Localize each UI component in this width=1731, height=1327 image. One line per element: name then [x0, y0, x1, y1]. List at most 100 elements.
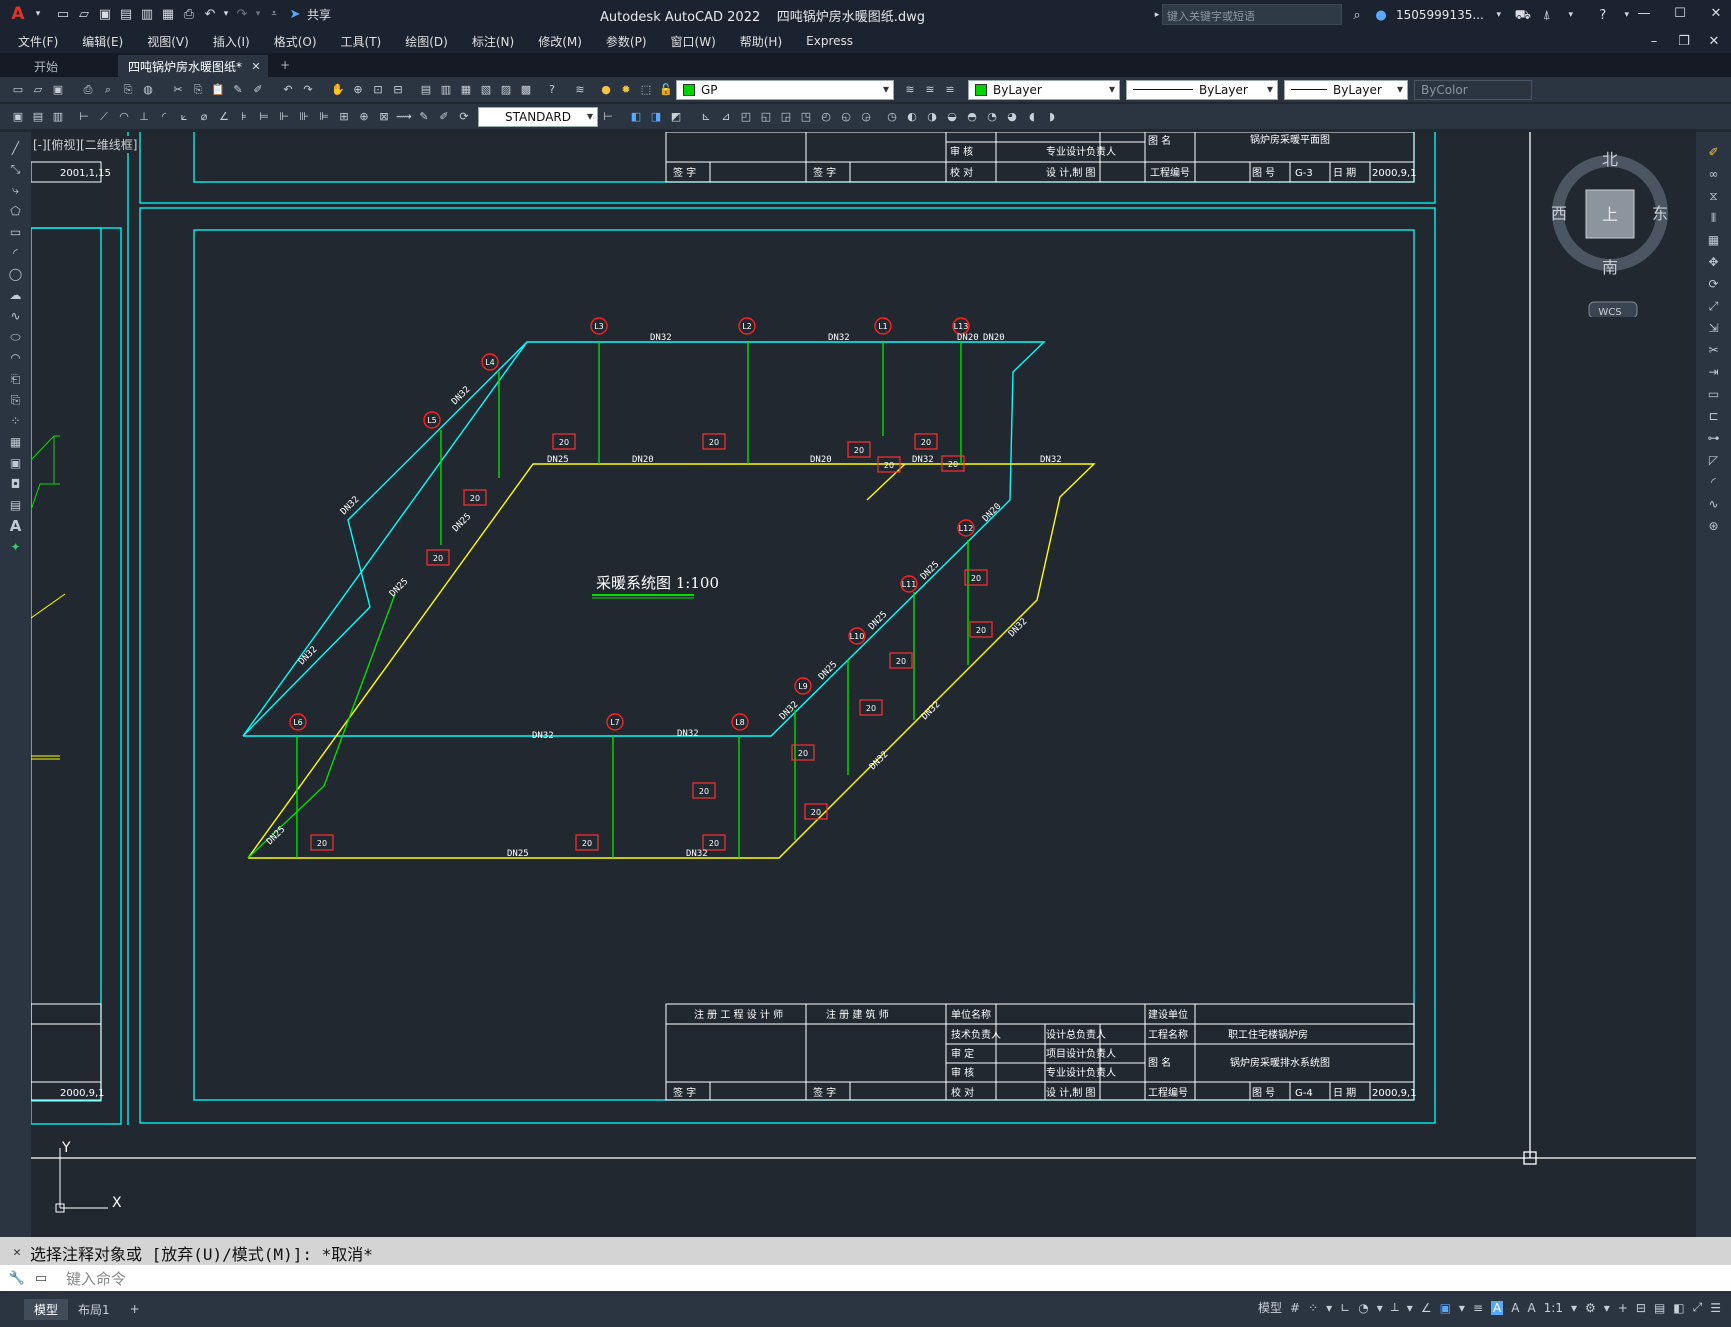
tb-new-icon[interactable]: ▭: [8, 80, 28, 100]
menu-edit[interactable]: 编辑(E): [82, 33, 123, 50]
app-menu-chevron-icon[interactable]: ▾: [33, 6, 43, 24]
tb-redo-icon[interactable]: ↷: [298, 80, 318, 100]
dim-jogged-icon[interactable]: ⟀: [174, 107, 194, 127]
ellipse-arc-tool-icon[interactable]: ◠: [7, 350, 25, 366]
layer-dropdown[interactable]: GP: [676, 79, 894, 100]
dim-diameter-icon[interactable]: ⌀: [194, 107, 214, 127]
tb-toolpalette-icon[interactable]: ▦: [456, 80, 476, 100]
app-menu-icon[interactable]: A: [6, 6, 30, 24]
ucs-origin-icon[interactable]: ◴: [816, 107, 836, 127]
tb-zoom-window-icon[interactable]: ⊡: [368, 80, 388, 100]
rectangle-tool-icon[interactable]: ▭: [7, 224, 25, 240]
break-tool-icon[interactable]: ⊏: [1705, 408, 1723, 424]
layer-lock-icon[interactable]: 🔓: [656, 80, 676, 100]
ucs-named-icon[interactable]: ◓: [962, 107, 982, 127]
layer-freeze-icon[interactable]: ✹: [616, 80, 636, 100]
menu-help[interactable]: 帮助(H): [740, 33, 782, 50]
open-file-icon[interactable]: ▱: [75, 6, 93, 24]
new-tab-button[interactable]: +: [268, 55, 302, 77]
dim-angular-icon[interactable]: ∠: [214, 107, 234, 127]
layer-viewport-icon[interactable]: ⬚: [636, 80, 656, 100]
plotstyle-dropdown[interactable]: ByColor: [1414, 79, 1532, 100]
isodraft-dropdown-icon[interactable]: ▾: [1407, 1301, 1413, 1315]
join-tool-icon[interactable]: ⊶: [1705, 430, 1723, 446]
snap-icon[interactable]: ⁘: [1308, 1301, 1318, 1315]
tolerance-icon[interactable]: ⊞: [334, 107, 354, 127]
ucs-z-icon[interactable]: ◑: [922, 107, 942, 127]
draworder-above-icon[interactable]: ◩: [666, 107, 686, 127]
model-space-button[interactable]: 模型: [1258, 1299, 1282, 1316]
ucs-extra-icon[interactable]: ◖: [1022, 107, 1042, 127]
grid-icon[interactable]: #: [1290, 1301, 1300, 1315]
dim-break-icon[interactable]: ⊫: [314, 107, 334, 127]
scale-tool-icon[interactable]: ⤢: [1705, 298, 1723, 314]
tb-save-icon[interactable]: ▣: [48, 80, 68, 100]
draworder-back-icon[interactable]: ◨: [646, 107, 666, 127]
customize-status-icon[interactable]: ☰: [1710, 1301, 1721, 1315]
osnap-dropdown-icon[interactable]: ▾: [1459, 1301, 1465, 1315]
command-recent-icon[interactable]: ▭: [32, 1269, 50, 1287]
drawing-canvas[interactable]: 锅炉房采暖平面图 专业设计负责人 设 计,制 图 审 核 校 对 工程编号 图 …: [31, 132, 1696, 1237]
spline-tool-icon[interactable]: ∿: [7, 308, 25, 324]
tb-insert-icon[interactable]: ▤: [28, 107, 48, 127]
ucs-previous-icon[interactable]: ◰: [736, 107, 756, 127]
doc-minimize-icon[interactable]: –: [1645, 32, 1663, 50]
ucs-zaxis-icon[interactable]: ◵: [836, 107, 856, 127]
command-input[interactable]: 🔧 ▭ 键入命令: [0, 1265, 1731, 1291]
fillet-tool-icon[interactable]: ◜: [1705, 474, 1723, 490]
share-label[interactable]: 共享: [307, 6, 331, 23]
make-block-tool-icon[interactable]: ⎘: [7, 392, 25, 408]
tb-sheetset-icon[interactable]: ▧: [476, 80, 496, 100]
menu-tools[interactable]: 工具(T): [341, 33, 382, 50]
tb-zoom-realtime-icon[interactable]: ⊕: [348, 80, 368, 100]
new-file-icon[interactable]: ▭: [54, 6, 72, 24]
explode-tool-icon[interactable]: ⊛: [1705, 518, 1723, 534]
dim-arc-icon[interactable]: ◠: [114, 107, 134, 127]
tb-blockedit-icon[interactable]: ✐: [248, 80, 268, 100]
osnap-icon[interactable]: ▣: [1440, 1301, 1451, 1315]
dim-style-icon[interactable]: ⊢: [598, 107, 618, 127]
ellipse-tool-icon[interactable]: ⬭: [7, 329, 25, 345]
gradient-tool-icon[interactable]: ▣: [7, 455, 25, 471]
polar-dropdown-icon[interactable]: ▾: [1377, 1301, 1383, 1315]
tab-layout1[interactable]: 布局1: [68, 1299, 120, 1320]
add-layout-button[interactable]: +: [120, 1300, 150, 1318]
extend-tool-icon[interactable]: ⇥: [1705, 364, 1723, 380]
command-close-icon[interactable]: ✕: [8, 1243, 26, 1261]
dim-radius-icon[interactable]: ◜: [154, 107, 174, 127]
save-to-web-icon[interactable]: ▦: [159, 6, 177, 24]
mtext-tool-icon[interactable]: A: [7, 518, 25, 534]
redo-icon[interactable]: ↷: [233, 6, 251, 24]
menu-modify[interactable]: 修改(M): [538, 33, 582, 50]
tb-attdef-icon[interactable]: ▥: [48, 107, 68, 127]
tab-close-icon[interactable]: ✕: [250, 57, 262, 75]
viewport-controls-label[interactable]: [-][俯视][二维线框]: [33, 136, 138, 153]
annotation-scale-value[interactable]: 1:1: [1544, 1301, 1563, 1315]
redo-dropdown-icon[interactable]: ▾: [254, 6, 262, 24]
tb-help-icon[interactable]: ?: [542, 80, 562, 100]
tb-calculator-icon[interactable]: ▩: [516, 80, 536, 100]
menu-window[interactable]: 窗口(W): [671, 33, 716, 50]
dim-quick-icon[interactable]: ⊧: [234, 107, 254, 127]
revcloud-tool-icon[interactable]: ☁: [7, 287, 25, 303]
insert-block-tool-icon[interactable]: ⎗: [7, 371, 25, 387]
close-icon[interactable]: ✕: [1707, 4, 1725, 22]
clean-screen-icon[interactable]: ⤢: [1693, 1300, 1703, 1315]
osnap-tracking-icon[interactable]: ∠: [1421, 1301, 1432, 1315]
workspace-icon[interactable]: ⚙: [1585, 1301, 1596, 1315]
offset-tool-icon[interactable]: ⫴: [1705, 210, 1723, 226]
tb-open-icon[interactable]: ▱: [28, 80, 48, 100]
ucs-extra2-icon[interactable]: ◗: [1042, 107, 1062, 127]
make-current-layer-icon[interactable]: ≋: [900, 80, 920, 100]
tb-markup-icon[interactable]: ▨: [496, 80, 516, 100]
menu-draw[interactable]: 绘图(D): [405, 33, 448, 50]
ucs-world-icon[interactable]: ⊿: [716, 107, 736, 127]
dim-update-icon[interactable]: ⟳: [454, 107, 474, 127]
help-icon[interactable]: ?: [1594, 6, 1612, 24]
user-icon[interactable]: ●: [1372, 6, 1390, 24]
inspect-icon[interactable]: ⊠: [374, 107, 394, 127]
ucs-view-icon[interactable]: ◳: [796, 107, 816, 127]
menu-dimension[interactable]: 标注(N): [472, 33, 514, 50]
xline-tool-icon[interactable]: ⤡: [7, 161, 25, 177]
tb-paste-icon[interactable]: 📋: [208, 80, 228, 100]
